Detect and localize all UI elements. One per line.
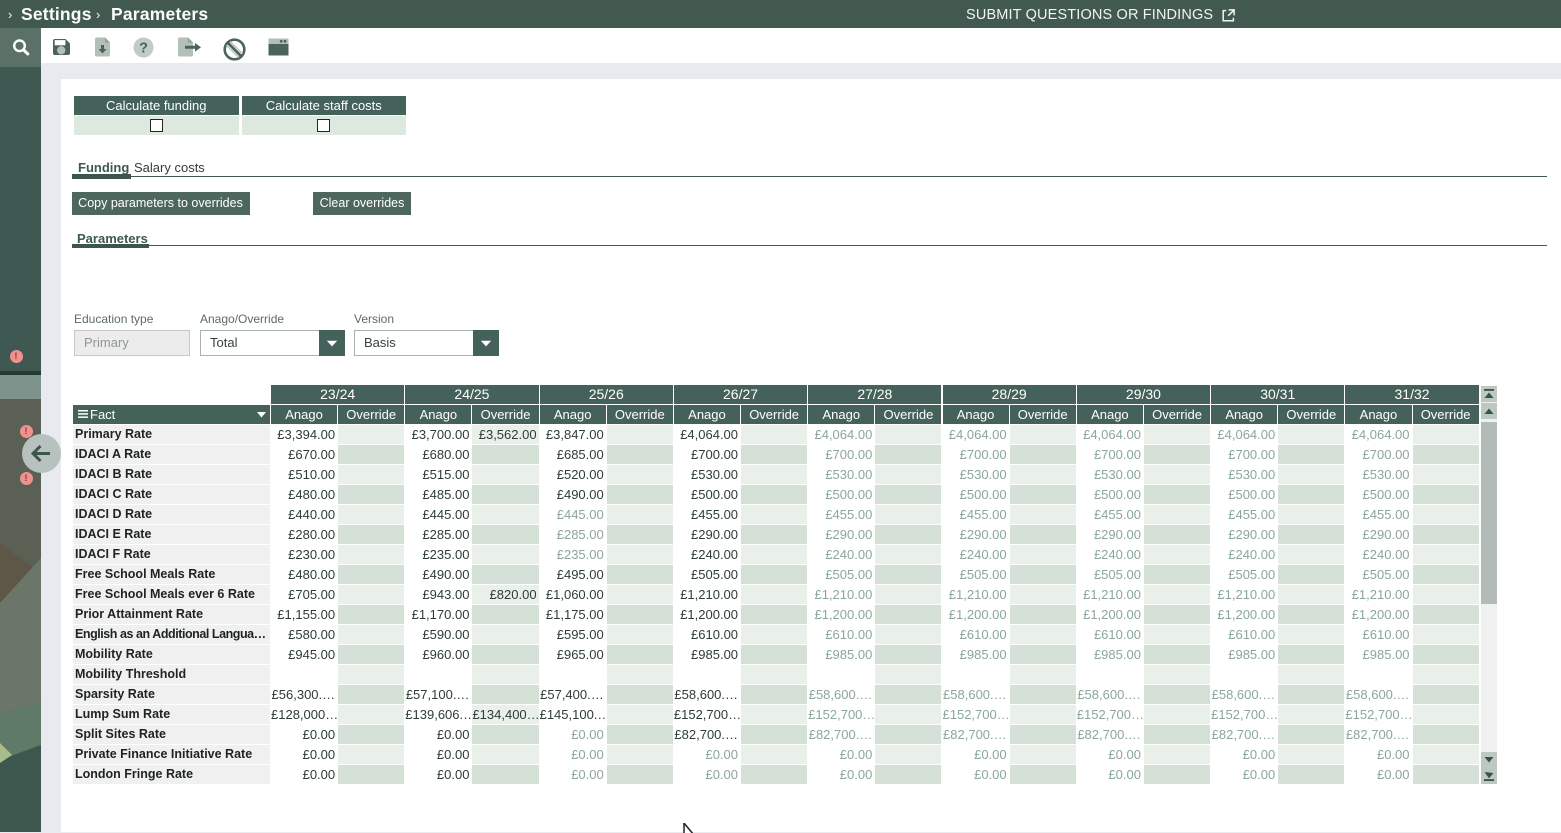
svg-text:?: ? bbox=[139, 41, 148, 57]
